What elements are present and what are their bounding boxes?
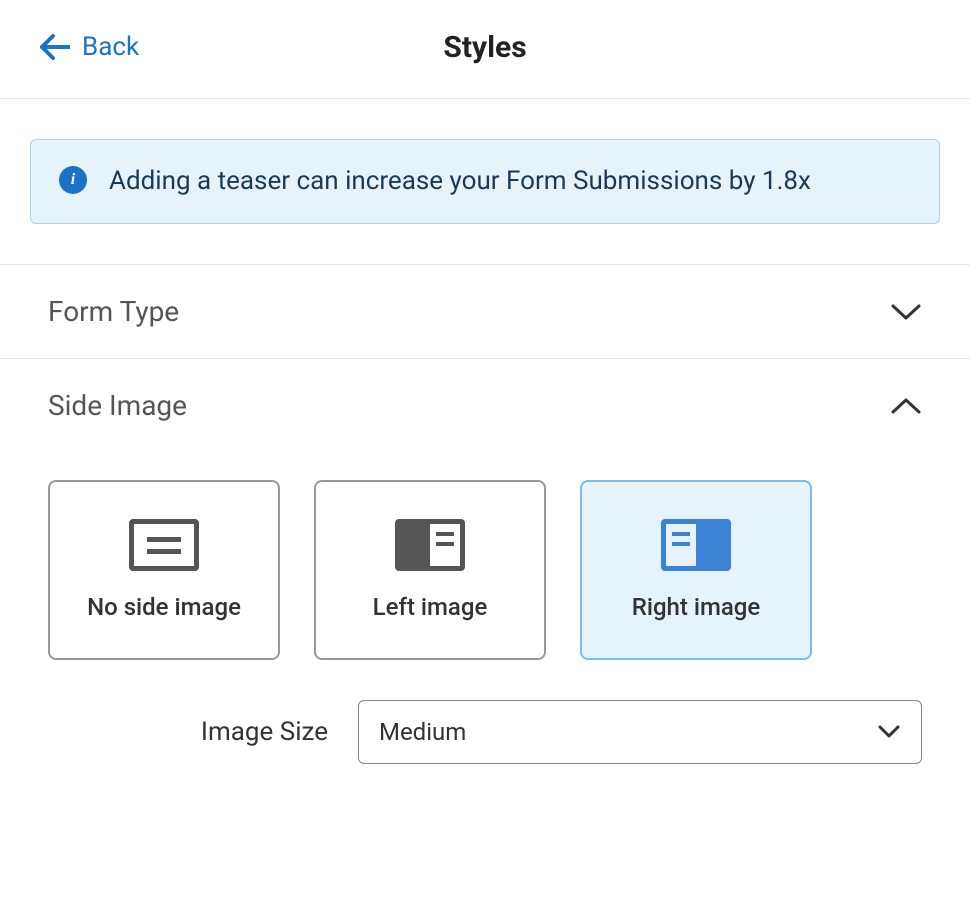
side-image-options: No side image Left image Right image bbox=[0, 452, 970, 700]
image-size-field: Image Size Medium bbox=[0, 700, 970, 804]
right-image-icon bbox=[661, 519, 731, 571]
chevron-up-icon bbox=[890, 396, 922, 416]
page-title: Styles bbox=[443, 30, 526, 65]
back-button[interactable]: Back bbox=[40, 32, 139, 62]
chevron-down-icon bbox=[890, 302, 922, 322]
option-label: Left image bbox=[373, 593, 488, 621]
info-banner: i Adding a teaser can increase your Form… bbox=[30, 139, 940, 224]
option-label: No side image bbox=[87, 593, 241, 621]
section-form-type[interactable]: Form Type bbox=[0, 265, 970, 359]
back-label: Back bbox=[82, 32, 139, 62]
option-right-image[interactable]: Right image bbox=[580, 480, 812, 660]
banner-text: Adding a teaser can increase your Form S… bbox=[109, 162, 811, 201]
chevron-down-icon bbox=[877, 718, 901, 746]
option-label: Right image bbox=[632, 593, 761, 621]
banner-container: i Adding a teaser can increase your Form… bbox=[0, 99, 970, 265]
image-size-value: Medium bbox=[379, 718, 466, 746]
section-label: Form Type bbox=[48, 295, 179, 328]
option-no-side-image[interactable]: No side image bbox=[48, 480, 280, 660]
image-size-select[interactable]: Medium bbox=[358, 700, 922, 764]
option-left-image[interactable]: Left image bbox=[314, 480, 546, 660]
page-header: Back Styles bbox=[0, 0, 970, 99]
image-size-select-wrap: Medium bbox=[358, 700, 922, 764]
left-image-icon bbox=[395, 519, 465, 571]
arrow-left-icon bbox=[40, 34, 70, 60]
image-size-label: Image Size bbox=[48, 717, 328, 747]
section-side-image[interactable]: Side Image bbox=[0, 359, 970, 452]
section-label: Side Image bbox=[48, 389, 187, 422]
info-icon: i bbox=[59, 166, 87, 194]
no-side-image-icon bbox=[129, 519, 199, 571]
